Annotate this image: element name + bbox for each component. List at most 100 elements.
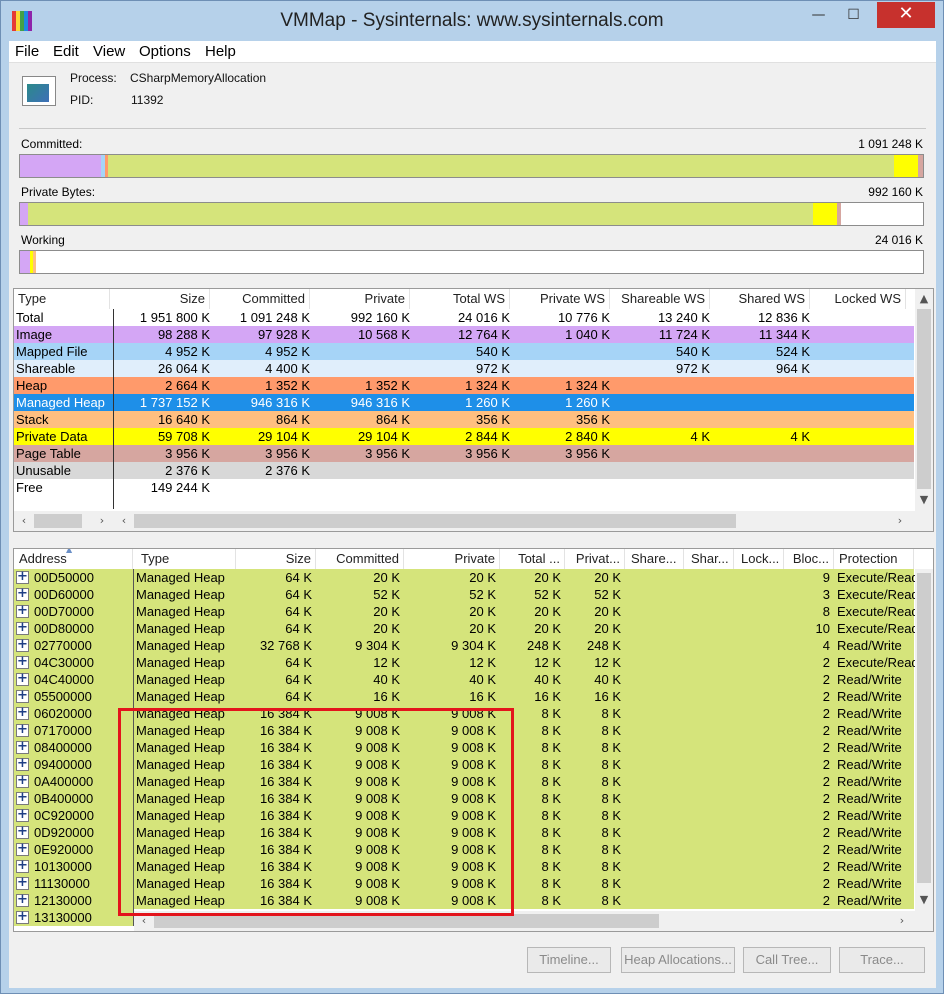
expand-plus-icon[interactable]: + (16, 893, 29, 907)
expand-plus-icon[interactable]: + (16, 876, 29, 890)
detail-col-header[interactable]: Lock... (736, 549, 784, 569)
detail-address: 00D60000 (34, 587, 94, 602)
detail-col-header[interactable]: Shar... (686, 549, 734, 569)
detail-cell: 9 008 K (451, 791, 496, 806)
detail-table[interactable]: Address Type Size Committed Private Total ...… (13, 548, 934, 932)
summary-hscroll-thumb[interactable] (134, 514, 736, 528)
private-pagetable-segment (837, 203, 841, 225)
expand-plus-icon[interactable]: + (16, 638, 29, 652)
detail-col-header[interactable]: Type (136, 549, 236, 569)
detail-cell: 20 K (534, 604, 561, 619)
expand-plus-icon[interactable]: + (16, 723, 29, 737)
private-image-segment (20, 203, 28, 225)
expand-plus-icon[interactable]: + (16, 587, 29, 601)
call-tree-button[interactable]: Call Tree... (743, 947, 831, 973)
expand-plus-icon[interactable]: + (16, 842, 29, 856)
detail-vscroll-thumb[interactable] (917, 573, 931, 883)
summary-horizontal-scrollbar[interactable]: ‹ › ‹ › (14, 511, 933, 531)
detail-cell: 20 K (373, 570, 400, 585)
detail-col-header[interactable]: Total ... (502, 549, 565, 569)
detail-cell: 12 K (469, 655, 496, 670)
detail-cell: 16 K (469, 689, 496, 704)
summary-col-header[interactable]: Locked WS (814, 289, 906, 309)
trace-button[interactable]: Trace... (839, 947, 925, 973)
summary-table[interactable]: Type Size Committed Private Total WS Private … (13, 288, 934, 532)
scroll-left-arrow-icon[interactable]: ‹ (16, 514, 32, 527)
detail-cell: Execute/Read (837, 570, 918, 585)
expand-plus-icon[interactable]: + (16, 672, 29, 686)
heap-allocations-button[interactable]: Heap Allocations... (621, 947, 735, 973)
detail-cell: Read/Write (837, 876, 902, 891)
scroll-right-arrow-icon[interactable]: › (894, 914, 910, 927)
expand-plus-icon[interactable]: + (16, 791, 29, 805)
menu-help[interactable]: Help (205, 43, 236, 60)
summary-vscroll-thumb[interactable] (917, 309, 931, 489)
scroll-up-arrow-icon[interactable]: ▲ (916, 292, 932, 305)
detail-cell: 8 K (601, 706, 621, 721)
expand-plus-icon[interactable]: + (16, 740, 29, 754)
maximize-button[interactable]: ☐ (836, 2, 871, 28)
expand-plus-icon[interactable]: + (16, 621, 29, 635)
summary-cell: 1 737 152 K (139, 395, 210, 410)
detail-horizontal-scrollbar[interactable]: ‹ › (134, 911, 933, 931)
expand-plus-icon[interactable]: + (16, 774, 29, 788)
scroll-right-arrow-icon[interactable]: › (94, 514, 110, 527)
detail-col-header[interactable]: Size (236, 549, 316, 569)
expand-plus-icon[interactable]: + (16, 706, 29, 720)
detail-cell: 8 K (541, 740, 561, 755)
detail-cell: 8 K (541, 706, 561, 721)
summary-col-header[interactable]: Private (314, 289, 410, 309)
minimize-button[interactable]: — (801, 2, 836, 28)
summary-vertical-scrollbar[interactable]: ▲ ▼ (915, 289, 933, 511)
summary-cell: 3 956 K (265, 446, 310, 461)
summary-row-type: Mapped File (16, 344, 88, 359)
detail-cell: 9 008 K (355, 808, 400, 823)
summary-col-header[interactable]: Size (114, 289, 210, 309)
expand-plus-icon[interactable]: + (16, 655, 29, 669)
summary-col-header[interactable]: Total WS (414, 289, 510, 309)
expand-plus-icon[interactable]: + (16, 570, 29, 584)
expand-plus-icon[interactable]: + (16, 859, 29, 873)
detail-col-header[interactable]: Privat... (567, 549, 625, 569)
expand-plus-icon[interactable]: + (16, 689, 29, 703)
summary-col-header[interactable]: Committed (214, 289, 310, 309)
menu-edit[interactable]: Edit (53, 43, 79, 60)
close-button[interactable]: ✕ (877, 2, 935, 28)
expand-plus-icon[interactable]: + (16, 825, 29, 839)
detail-col-header[interactable]: Address (14, 549, 133, 569)
menu-file[interactable]: File (15, 43, 39, 60)
expand-plus-icon[interactable]: + (16, 757, 29, 771)
summary-col-header[interactable]: Private WS (514, 289, 610, 309)
menu-view[interactable]: View (93, 43, 125, 60)
summary-col-header[interactable]: Shared WS (714, 289, 810, 309)
summary-col-header[interactable]: Type (14, 289, 110, 309)
separator (19, 128, 926, 129)
detail-vertical-scrollbar[interactable]: ▼ (915, 569, 933, 911)
pid-value: 11392 (131, 93, 164, 107)
scroll-left-arrow-icon[interactable]: ‹ (136, 914, 152, 927)
summary-cell: 10 568 K (357, 327, 410, 342)
summary-col-header[interactable]: Shareable WS (614, 289, 710, 309)
summary-cell: 972 K (676, 361, 710, 376)
menu-options[interactable]: Options (139, 43, 191, 60)
expand-plus-icon[interactable]: + (16, 808, 29, 822)
detail-address: 0E920000 (34, 842, 94, 857)
scroll-right-arrow-icon[interactable]: › (892, 514, 908, 527)
scroll-down-arrow-icon[interactable]: ▼ (916, 893, 932, 906)
detail-col-header[interactable]: Committed (318, 549, 404, 569)
summary-fixed-hscroll-thumb[interactable] (34, 514, 82, 528)
timeline-button[interactable]: Timeline... (527, 947, 611, 973)
detail-cell: 16 384 K (259, 876, 312, 891)
summary-cell: 29 104 K (357, 429, 410, 444)
detail-cell: 2 (822, 689, 830, 704)
scroll-down-arrow-icon[interactable]: ▼ (916, 493, 932, 506)
detail-cell: Execute/Read (837, 621, 918, 636)
expand-plus-icon[interactable]: + (16, 604, 29, 618)
detail-hscroll-thumb[interactable] (154, 914, 659, 928)
detail-col-header[interactable]: Share... (626, 549, 684, 569)
expand-plus-icon[interactable]: + (16, 910, 29, 924)
detail-col-header[interactable]: Bloc... (786, 549, 834, 569)
detail-col-header[interactable]: Protection (834, 549, 914, 569)
detail-col-header[interactable]: Private (404, 549, 500, 569)
scroll-left-arrow-icon[interactable]: ‹ (116, 514, 132, 527)
